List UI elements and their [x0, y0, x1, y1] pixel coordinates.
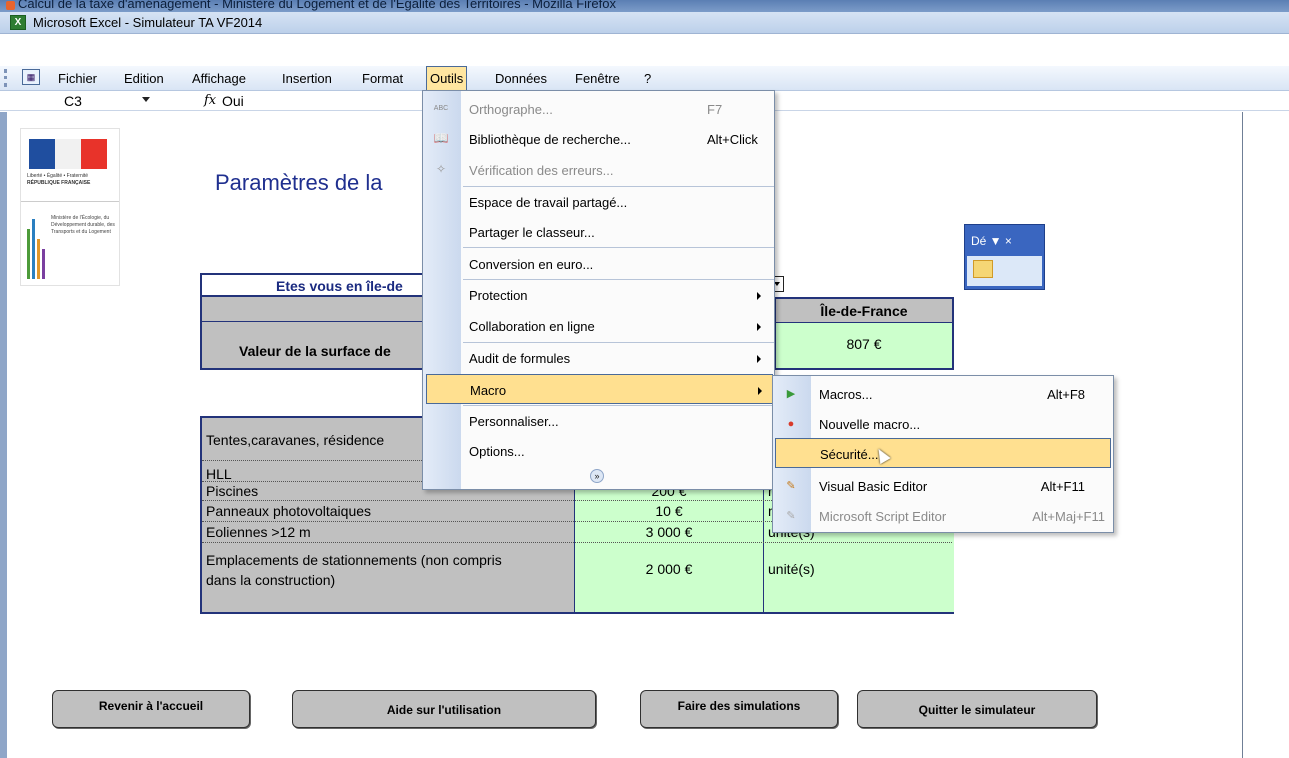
table-row-label: Panneaux photovoltaiques [206, 503, 372, 519]
quit-button[interactable]: Quitter le simulateur [857, 690, 1097, 728]
marianne-logo [29, 139, 109, 169]
firefox-title: Calcul de la taxe d'aménagement - Minist… [18, 0, 616, 11]
menu-item-securite[interactable]: Sécurité... [775, 438, 1111, 468]
menu-outils[interactable]: Outils [426, 66, 468, 90]
firefox-icon [6, 1, 15, 10]
outils-menu: ABC Orthographe... F7 📖 Bibliothèque de r… [422, 90, 775, 490]
floating-toolbar-title[interactable]: Dé ▼ × [971, 234, 1012, 248]
workbook-icon[interactable]: ▦ [22, 69, 40, 85]
surface-label-cell: Valeur de la surface de [200, 297, 430, 370]
table-row-label: Emplacements de stationnements (non comp… [206, 552, 502, 568]
formula-input[interactable]: Oui [222, 93, 244, 109]
macro-submenu: ▶ Macros... Alt+F8 ● Nouvelle macro... Sé… [772, 375, 1114, 533]
page-title: Paramètres de la [215, 170, 383, 195]
menu-item-verification[interactable]: ✧ Vérification des erreurs... [423, 155, 774, 185]
menu-donnees[interactable]: Données [495, 71, 547, 86]
table-row-label: Tentes,caravanes, résidence [206, 432, 385, 448]
excel-menubar: ▦ Fichier Edition Affichage Insertion Fo… [0, 66, 1289, 91]
simulations-button[interactable]: Faire des simulations [640, 690, 838, 728]
expand-menu-icon[interactable]: » [590, 469, 604, 483]
menu-item-macro[interactable]: Macro [426, 374, 773, 404]
submenu-arrow-icon [757, 355, 761, 363]
record-icon: ● [787, 418, 795, 430]
menu-format[interactable]: Format [362, 71, 403, 86]
ministry-stripes [27, 213, 47, 279]
menu-item-espace-partage[interactable]: Espace de travail partagé... [423, 187, 774, 217]
play-icon: ▶ [786, 388, 796, 400]
script-editor-icon: ✎ [786, 510, 796, 522]
excel-title-bar: X Microsoft Excel - Simulateur TA VF2014 [0, 12, 1289, 34]
floating-toolbar[interactable]: Dé ▼ × [964, 224, 1045, 290]
menu-item-options[interactable]: Options... [423, 436, 774, 466]
submenu-arrow-icon [757, 323, 761, 331]
firefox-title-bar: Calcul de la taxe d'aménagement - Minist… [0, 0, 1289, 12]
menu-help[interactable]: ? [644, 71, 651, 86]
toolbar-grip[interactable] [4, 69, 7, 87]
sheet-left-edge [0, 112, 7, 758]
menu-item-collaboration[interactable]: Collaboration en ligne [423, 311, 774, 341]
table-row-label: dans la construction) [206, 572, 336, 588]
design-mode-icon[interactable] [973, 260, 993, 278]
sheet-right-border [1242, 112, 1243, 758]
menu-item-conversion-euro[interactable]: Conversion en euro... [423, 249, 774, 279]
idf-header: Île-de-France [774, 297, 954, 323]
table-row-value[interactable]: 3 000 € [575, 524, 763, 540]
ministry-name: Ministère de l'Écologie, du Développemen… [51, 215, 115, 235]
menu-fichier[interactable]: Fichier [58, 71, 97, 86]
home-button[interactable]: Revenir à l'accueil [52, 690, 250, 728]
table-row-value[interactable]: 10 € [575, 503, 763, 519]
idf-value[interactable]: 807 € [774, 323, 954, 370]
republique-francaise-logo: Liberté • Égalité • Fraternité RÉPUBLIQUE… [20, 128, 120, 286]
table-row-value[interactable]: 2 000 € [575, 561, 763, 577]
menu-item-script-editor[interactable]: ✎ Microsoft Script Editor Alt+Maj+F11 [773, 501, 1113, 531]
menu-affichage[interactable]: Affichage [192, 71, 246, 86]
menu-edition[interactable]: Edition [124, 71, 164, 86]
menu-item-protection[interactable]: Protection [423, 280, 774, 310]
idf-question: Etes vous en île-de [200, 273, 430, 297]
menu-fenetre[interactable]: Fenêtre [575, 71, 620, 86]
excel-icon: X [10, 15, 26, 30]
name-box-dropdown-icon[interactable] [142, 97, 150, 102]
table-row-label: Eoliennes >12 m [206, 524, 311, 540]
menu-item-personnaliser[interactable]: Personnaliser... [423, 406, 774, 436]
menu-item-orthographe[interactable]: ABC Orthographe... F7 [423, 94, 774, 124]
menu-item-partager-classeur[interactable]: Partager le classeur... [423, 217, 774, 247]
menu-item-vb-editor[interactable]: ✎ Visual Basic Editor Alt+F11 [773, 471, 1113, 501]
menu-item-macros[interactable]: ▶ Macros... Alt+F8 [773, 379, 1113, 409]
menu-item-bibliotheque[interactable]: 📖 Bibliothèque de recherche... Alt+Click [423, 124, 774, 154]
name-box-value: C3 [64, 93, 82, 109]
fx-icon[interactable]: fx [204, 93, 216, 108]
name-box[interactable]: C3 [0, 91, 160, 111]
table-row-unit: unité(s) [768, 561, 815, 577]
research-icon: 📖 [433, 131, 449, 145]
spelling-icon: ABC [433, 105, 449, 112]
menu-item-audit-formules[interactable]: Audit de formules [423, 343, 774, 373]
logo-text: Liberté • Égalité • Fraternité RÉPUBLIQUE… [27, 173, 91, 186]
error-check-icon: ✧ [435, 162, 447, 176]
menu-item-nouvelle-macro[interactable]: ● Nouvelle macro... [773, 409, 1113, 439]
excel-title: Microsoft Excel - Simulateur TA VF2014 [33, 15, 263, 30]
help-button[interactable]: Aide sur l'utilisation [292, 690, 596, 728]
menu-insertion[interactable]: Insertion [282, 71, 332, 86]
submenu-arrow-icon [758, 387, 762, 395]
submenu-arrow-icon [757, 292, 761, 300]
vb-editor-icon: ✎ [786, 480, 796, 492]
table-row-label: Piscines [206, 483, 259, 499]
